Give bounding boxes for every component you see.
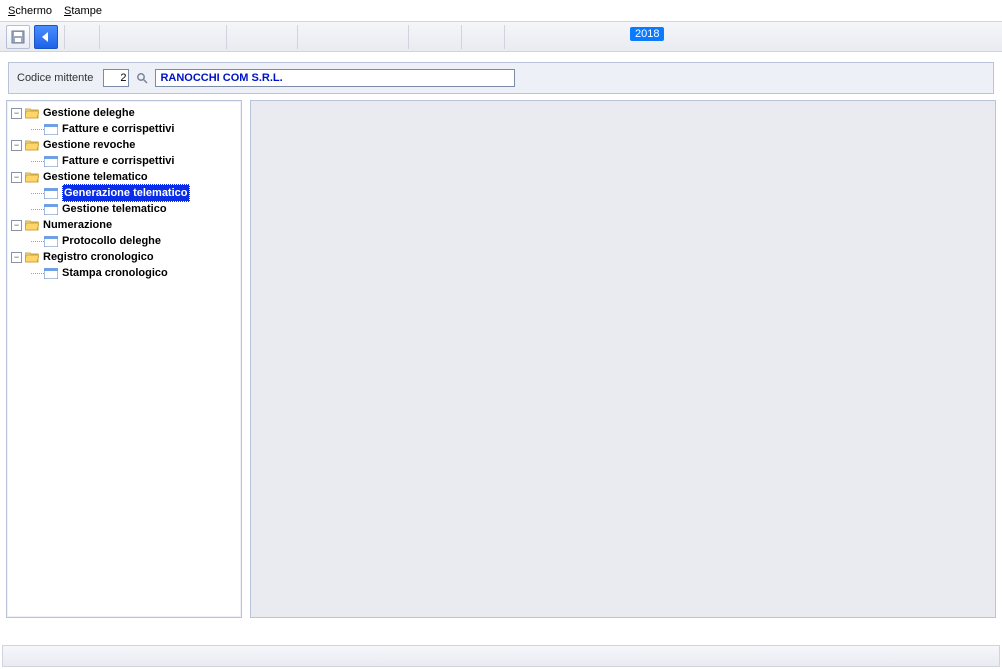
lookup-icon[interactable] [135, 71, 149, 85]
tree-label: Registro cronologico [43, 249, 154, 265]
tree-item-stampa-cronologico[interactable]: Stampa cronologico [9, 265, 239, 281]
window-icon [44, 124, 58, 135]
tree-connector [31, 204, 44, 215]
tree-connector [31, 124, 44, 135]
tree-connector [31, 156, 44, 167]
sender-code-label: Codice mittente [17, 72, 93, 84]
window-icon [44, 268, 58, 279]
sender-code-input[interactable] [103, 69, 129, 87]
back-button[interactable] [34, 25, 58, 49]
tree-label: Numerazione [43, 217, 112, 233]
expander-icon[interactable]: − [11, 220, 22, 231]
tree-label: Fatture e corrispettivi [62, 121, 174, 137]
status-bar [2, 645, 1000, 667]
menu-bar: Schermo Stampe [0, 0, 1002, 22]
back-arrow-icon [39, 30, 53, 44]
folder-open-icon [25, 107, 39, 119]
toolbar-separator [64, 25, 65, 49]
tree-label: Gestione telematico [62, 201, 167, 217]
tree-item-fatture-corrispettivi-2[interactable]: Fatture e corrispettivi [9, 153, 239, 169]
menu-stampe[interactable]: Stampe [64, 5, 102, 17]
tree-panel: − Gestione deleghe Fatture e corrispetti… [6, 100, 242, 618]
year-badge: 2018 [630, 27, 664, 41]
window-icon [44, 236, 58, 247]
tree-folder-gestione-telematico[interactable]: − Gestione telematico [9, 169, 239, 185]
menu-schermo[interactable]: Schermo [8, 5, 52, 17]
tree-connector [31, 236, 44, 247]
tree-folder-gestione-revoche[interactable]: − Gestione revoche [9, 137, 239, 153]
folder-open-icon [25, 219, 39, 231]
expander-icon[interactable]: − [11, 140, 22, 151]
window-icon [44, 156, 58, 167]
toolbar-separator [461, 25, 462, 49]
sender-code-panel: Codice mittente [8, 62, 994, 94]
save-button[interactable] [6, 25, 30, 49]
tree-label: Gestione telematico [43, 169, 148, 185]
toolbar-separator [408, 25, 409, 49]
tree-item-generazione-telematico[interactable]: Generazione telematico [9, 185, 239, 201]
tree-item-protocollo-deleghe[interactable]: Protocollo deleghe [9, 233, 239, 249]
tree-label: Gestione deleghe [43, 105, 135, 121]
main-area: − Gestione deleghe Fatture e corrispetti… [6, 100, 996, 618]
tree-label: Gestione revoche [43, 137, 135, 153]
tree-folder-registro-cronologico[interactable]: − Registro cronologico [9, 249, 239, 265]
content-panel [250, 100, 996, 618]
save-icon [11, 30, 25, 44]
tree-item-fatture-corrispettivi[interactable]: Fatture e corrispettivi [9, 121, 239, 137]
toolbar: 2018 [0, 22, 1002, 52]
sender-name-input[interactable] [155, 69, 515, 87]
tree-folder-gestione-deleghe[interactable]: − Gestione deleghe [9, 105, 239, 121]
tree-connector [31, 268, 44, 279]
folder-open-icon [25, 251, 39, 263]
toolbar-separator [226, 25, 227, 49]
expander-icon[interactable]: − [11, 252, 22, 263]
toolbar-separator [99, 25, 100, 49]
tree-folder-numerazione[interactable]: − Numerazione [9, 217, 239, 233]
folder-open-icon [25, 139, 39, 151]
tree-label: Protocollo deleghe [62, 233, 161, 249]
expander-icon[interactable]: − [11, 172, 22, 183]
tree-label: Stampa cronologico [62, 265, 168, 281]
tree-label: Fatture e corrispettivi [62, 153, 174, 169]
tree-label-selected: Generazione telematico [62, 184, 190, 202]
window-icon [44, 204, 58, 215]
expander-icon[interactable]: − [11, 108, 22, 119]
tree-connector [31, 188, 44, 199]
tree-item-gestione-telematico[interactable]: Gestione telematico [9, 201, 239, 217]
toolbar-separator [504, 25, 505, 49]
window-icon [44, 188, 58, 199]
toolbar-separator [297, 25, 298, 49]
folder-open-icon [25, 171, 39, 183]
